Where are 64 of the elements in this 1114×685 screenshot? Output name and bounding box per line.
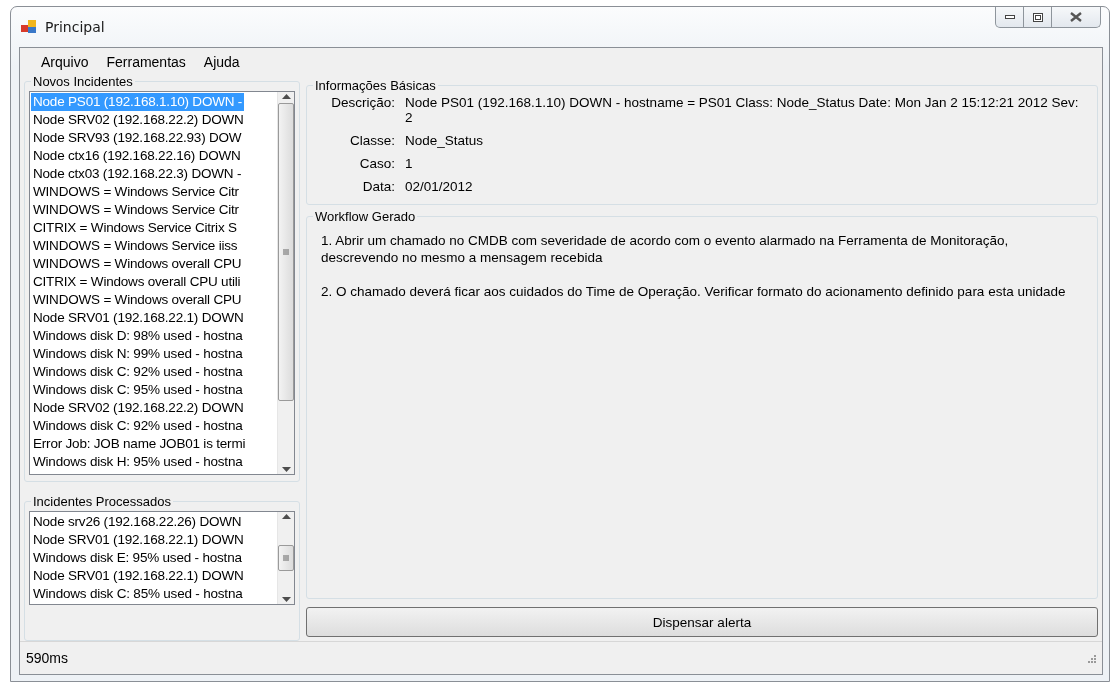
incident-item[interactable]: Windows disk C: 92% used - hostna [31,417,245,435]
grip-icon [282,249,290,255]
dismiss-button[interactable]: Dispensar alerta [306,607,1098,637]
incident-item[interactable]: Windows disk D: 98% used - hostna [31,327,245,345]
incident-item[interactable]: Node srv26 (192.168.22.26) DOWN [31,513,244,531]
resize-grip-icon[interactable] [1086,653,1096,663]
incident-item[interactable]: Node SRV01 (192.168.22.1) DOWN [31,567,246,585]
group-title: Incidentes Processados [32,494,173,509]
scrollbar[interactable] [277,512,294,604]
incident-item[interactable]: Node SRV02 (192.168.22.2) DOWN [31,111,246,129]
group-title: Informações Básicas [314,78,437,93]
workflow-step: 1. Abrir um chamado no CMDB com severidade de acordo com o evento alarmado na Ferramenta de Monitoração, descrevendo no mesmo a mensagem recebida [321,232,1079,266]
scroll-thumb[interactable] [278,545,294,571]
incident-item[interactable]: Windows disk C: 92% used - hostna [31,363,245,381]
incident-item[interactable]: Node ctx03 (192.168.22.3) DOWN - [31,165,244,183]
field-value: Node_Status [405,133,485,148]
field-label: Descrição: [330,95,395,112]
incident-item[interactable]: WINDOWS = Windows Service Citr [31,183,241,201]
incident-item[interactable]: Windows disk H: 95% used - hostna [31,453,245,471]
menu-item[interactable]: Ajuda [196,52,247,74]
scroll-up-icon[interactable] [281,94,291,99]
incident-item[interactable]: WINDOWS = Windows Service Citr [31,201,241,219]
scroll-thumb[interactable] [278,103,294,401]
incident-item[interactable]: Windows disk C: 95% used - hostna [31,381,245,399]
minimize-icon [1004,15,1015,19]
workflow-step: 2. O chamado deverá ficar aos cuidados do Time de Operação. Verificar formato do acionamento definido para esta unidade [321,283,1079,300]
incident-item[interactable]: WINDOWS = Windows Service iiss [31,237,240,255]
group-title: Workflow Gerado [314,209,417,224]
close-icon [1070,12,1082,22]
field-label: Classe: [349,133,395,148]
field-label: Data: [361,179,395,194]
incident-item[interactable]: WINDOWS = Windows overall CPU [31,291,244,309]
minimize-button[interactable] [995,7,1024,28]
grip-icon [282,555,290,561]
maximize-icon [1032,12,1043,22]
incident-item[interactable]: Windows disk E: 95% used - hostna [31,549,244,567]
incident-item[interactable]: Node SRV01 (192.168.22.1) DOWN [31,531,246,549]
incident-item[interactable]: Windows disk C: 85% used - hostna [31,585,245,603]
window-title: Principal [45,19,106,35]
incident-item[interactable]: Node SRV93 (192.168.22.93) DOW [31,129,244,147]
incident-item[interactable]: Node ctx16 (192.168.22.16) DOWN [31,147,243,165]
incident-item[interactable]: WINDOWS = Windows overall CPU [31,255,244,273]
incident-item[interactable]: Windows disk N: 99% used - hostna [31,345,245,363]
scrollbar[interactable] [277,92,294,474]
scroll-up-icon[interactable] [281,514,291,519]
status-text: 590ms [26,650,69,666]
incident-item[interactable]: Node SRV01 (192.168.22.1) DOWN [31,309,246,327]
scroll-down-icon[interactable] [281,467,291,472]
app-icon [21,20,37,34]
menu-item[interactable]: Arquivo [34,52,96,74]
incident-list[interactable]: Node srv26 (192.168.22.26) DOWN Node SRV01 (192.168.22.1) DOWN Windows disk E: 95% used - hostna Node SRV01 (192.168.22.1) DOWN Windows disk C: 85% used - hostna [29,511,295,605]
close-button[interactable] [1052,7,1101,28]
incident-item[interactable]: Node SRV02 (192.168.22.2) DOWN [31,399,246,417]
field-value: 1 [405,156,414,171]
maximize-button[interactable] [1024,7,1052,28]
group-title: Novos Incidentes [32,74,134,89]
incident-item[interactable]: CITRIX = Windows Service Citrix S [31,219,239,237]
scroll-down-icon[interactable] [281,597,291,602]
menu-item[interactable]: Ferramentas [99,52,193,74]
incident-item[interactable]: CITRIX = Windows overall CPU utili [31,273,243,291]
field-label: Caso: [358,156,395,171]
field-value: Node PS01 (192.168.1.10) DOWN - hostname = PS01 Class: Node_Status Date: Mon Jan 2 15:12:21 2012 Sev: 2 [405,95,1080,125]
field-value: 02/01/2012 [405,179,474,194]
incident-item[interactable]: Error Job: JOB name JOB01 is termi [31,435,248,453]
